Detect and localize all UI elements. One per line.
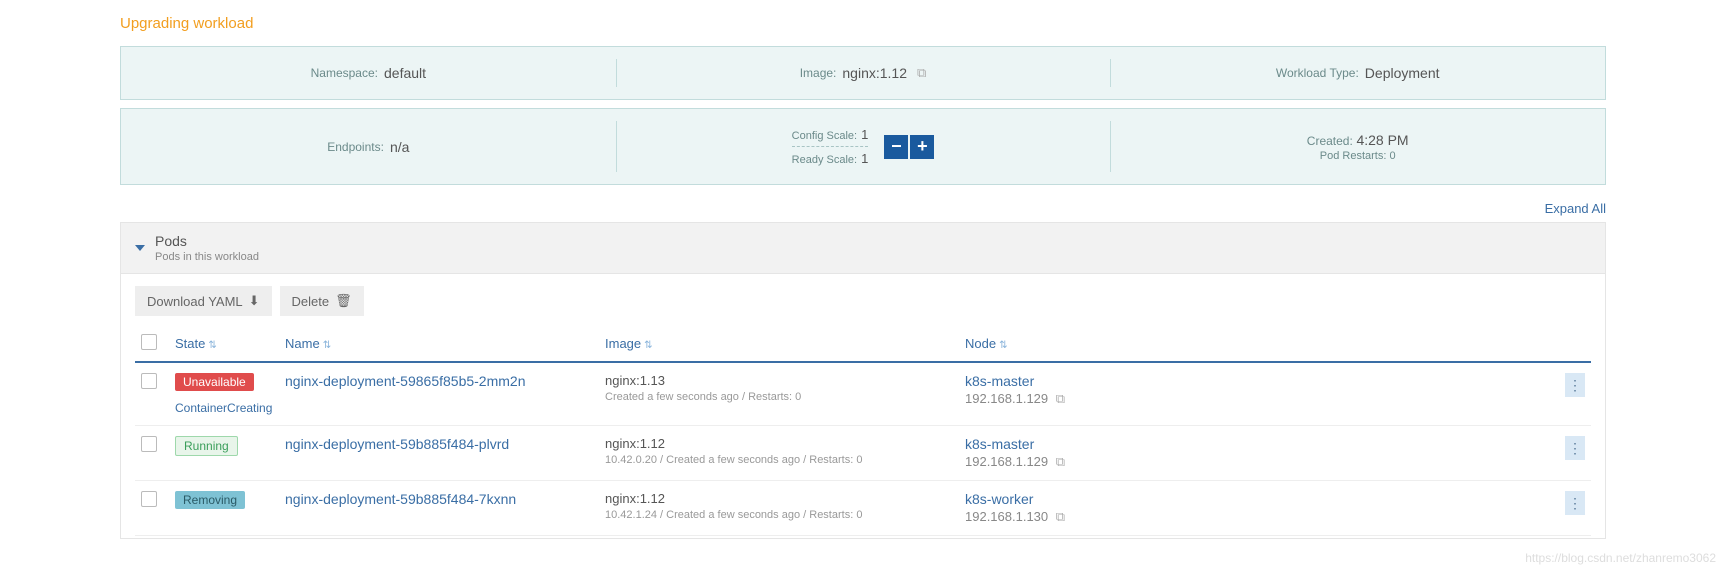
clipboard-icon[interactable]: ⧉ xyxy=(1056,509,1065,524)
sort-icon: ⇅ xyxy=(208,340,216,351)
download-icon: ⬇ xyxy=(249,293,260,309)
endpoints-cell: Endpoints: n/a xyxy=(121,109,616,184)
namespace-cell: Namespace: default xyxy=(121,47,616,99)
config-scale-label: Config Scale: xyxy=(792,130,857,142)
pod-meta: 10.42.1.24 / Created a few seconds ago /… xyxy=(605,509,953,521)
config-scale-value: 1 xyxy=(861,127,868,142)
watermark: https://blog.csdn.net/zhanremo3062 xyxy=(1525,551,1716,565)
delete-label: Delete xyxy=(292,294,330,309)
namespace-value: default xyxy=(384,65,426,81)
pod-restarts-label: Pod Restarts: xyxy=(1320,150,1387,162)
header-image[interactable]: Image⇅ xyxy=(599,326,959,362)
pods-title: Pods xyxy=(155,233,259,249)
image-value: nginx:1.12 xyxy=(842,65,907,81)
trash-icon: 🗑 xyxy=(335,293,352,309)
created-value: 4:28 PM xyxy=(1356,132,1408,148)
scale-values: Config Scale: 1 Ready Scale: 1 xyxy=(792,127,869,166)
endpoints-value: n/a xyxy=(390,139,409,155)
row-checkbox[interactable] xyxy=(141,373,157,389)
workload-type-value: Deployment xyxy=(1365,65,1440,81)
upgrading-status: Upgrading workload xyxy=(120,15,1606,32)
state-badge: Unavailable xyxy=(175,373,254,391)
summary-row-1: Namespace: default Image: nginx:1.12 ⧉ W… xyxy=(120,46,1606,100)
pods-section-header[interactable]: Pods Pods in this workload xyxy=(120,222,1606,274)
clipboard-icon[interactable]: ⧉ xyxy=(917,65,926,81)
pod-image: nginx:1.13 xyxy=(605,373,953,388)
scale-down-button[interactable]: − xyxy=(884,135,908,159)
header-state[interactable]: State⇅ xyxy=(169,326,279,362)
pods-section-body: Download YAML ⬇ Delete 🗑 State⇅ Name⇅ Im… xyxy=(120,274,1606,539)
node-name-link[interactable]: k8s-worker xyxy=(965,491,1553,507)
workload-type-cell: Workload Type: Deployment xyxy=(1110,47,1605,99)
pod-name-link[interactable]: nginx-deployment-59865f85b5-2mm2n xyxy=(285,373,525,389)
sort-icon: ⇅ xyxy=(323,340,331,351)
download-yaml-button[interactable]: Download YAML ⬇ xyxy=(135,286,272,316)
chevron-down-icon xyxy=(135,245,145,251)
image-cell: Image: nginx:1.12 ⧉ xyxy=(616,47,1111,99)
pod-restarts-value: 0 xyxy=(1389,150,1395,162)
delete-button[interactable]: Delete 🗑 xyxy=(280,286,364,316)
created-label: Created: xyxy=(1307,134,1353,148)
node-ip: 192.168.1.129 ⧉ xyxy=(965,454,1553,470)
scale-up-button[interactable]: + xyxy=(910,135,934,159)
summary-row-2: Endpoints: n/a Config Scale: 1 Ready Scal… xyxy=(120,108,1606,185)
created-cell: Created: 4:28 PM Pod Restarts: 0 xyxy=(1110,109,1605,184)
node-ip: 192.168.1.130 ⧉ xyxy=(965,509,1553,525)
clipboard-icon[interactable]: ⧉ xyxy=(1056,454,1065,469)
pod-meta: 10.42.0.20 / Created a few seconds ago /… xyxy=(605,454,953,466)
select-all-checkbox[interactable] xyxy=(141,334,157,350)
node-name-link[interactable]: k8s-master xyxy=(965,436,1553,452)
pod-name-link[interactable]: nginx-deployment-59b885f484-plvrd xyxy=(285,436,509,452)
download-yaml-label: Download YAML xyxy=(147,294,243,309)
pod-name-link[interactable]: nginx-deployment-59b885f484-7kxnn xyxy=(285,491,516,507)
row-menu-button[interactable]: ⋮ xyxy=(1565,491,1585,515)
expand-all-link[interactable]: Expand All xyxy=(1545,201,1606,216)
row-menu-button[interactable]: ⋮ xyxy=(1565,436,1585,460)
pod-meta: Created a few seconds ago / Restarts: 0 xyxy=(605,391,953,403)
pod-image: nginx:1.12 xyxy=(605,491,953,506)
pod-image: nginx:1.12 xyxy=(605,436,953,451)
table-row: Running nginx-deployment-59b885f484-plvr… xyxy=(135,426,1591,481)
sort-icon: ⇅ xyxy=(644,340,652,351)
workload-type-label: Workload Type: xyxy=(1276,66,1359,80)
node-ip: 192.168.1.129 ⧉ xyxy=(965,391,1553,407)
table-row: Removing nginx-deployment-59b885f484-7kx… xyxy=(135,481,1591,536)
endpoints-label: Endpoints: xyxy=(327,140,384,154)
image-label: Image: xyxy=(800,66,837,80)
sort-icon: ⇅ xyxy=(999,340,1007,351)
node-name-link[interactable]: k8s-master xyxy=(965,373,1553,389)
pod-substatus: ContainerCreating xyxy=(175,401,273,415)
pods-table: State⇅ Name⇅ Image⇅ Node⇅ Unavailable Con… xyxy=(135,326,1591,536)
ready-scale-label: Ready Scale: xyxy=(792,154,857,166)
pods-subtitle: Pods in this workload xyxy=(155,251,259,263)
state-badge: Removing xyxy=(175,491,245,509)
state-badge: Running xyxy=(175,436,238,456)
row-checkbox[interactable] xyxy=(141,491,157,507)
header-node[interactable]: Node⇅ xyxy=(959,326,1559,362)
namespace-label: Namespace: xyxy=(311,66,378,80)
scale-cell: Config Scale: 1 Ready Scale: 1 − + xyxy=(616,109,1111,184)
divider xyxy=(792,146,869,147)
row-checkbox[interactable] xyxy=(141,436,157,452)
row-menu-button[interactable]: ⋮ xyxy=(1565,373,1585,397)
table-row: Unavailable ContainerCreating nginx-deplo… xyxy=(135,362,1591,426)
ready-scale-value: 1 xyxy=(861,151,868,166)
clipboard-icon[interactable]: ⧉ xyxy=(1056,391,1065,406)
header-name[interactable]: Name⇅ xyxy=(279,326,599,362)
